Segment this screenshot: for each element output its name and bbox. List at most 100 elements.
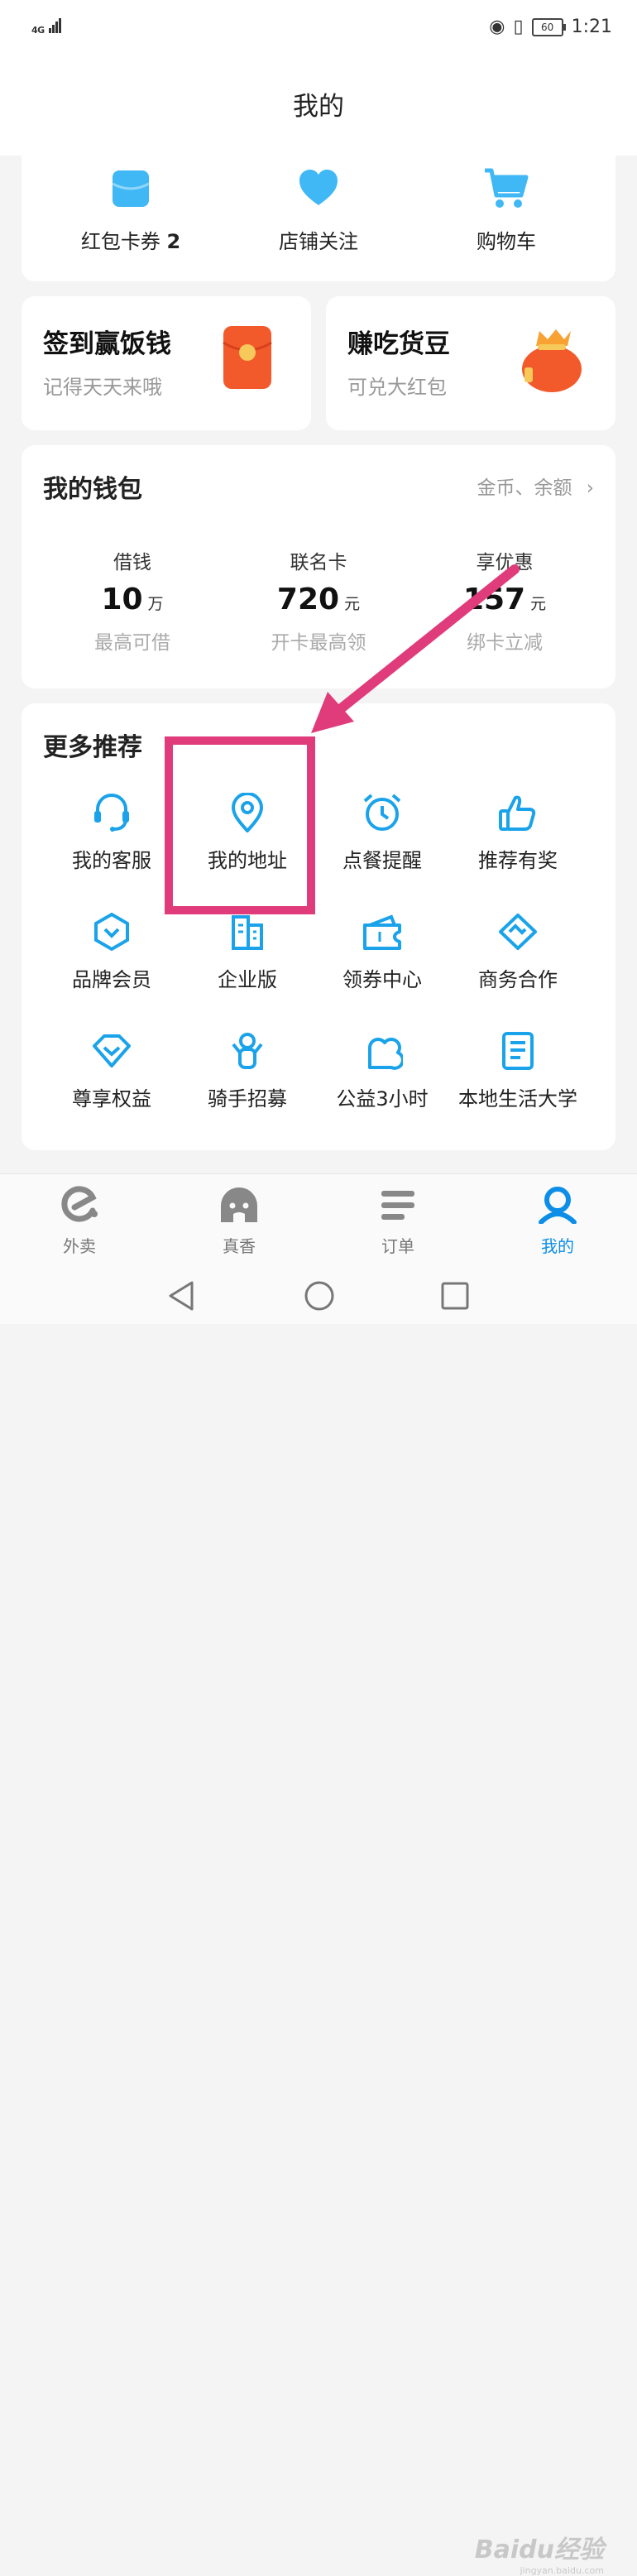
recents-icon[interactable]	[438, 1279, 472, 1312]
promo-title: 签到赢饭钱	[43, 329, 171, 359]
back-icon[interactable]	[165, 1279, 199, 1312]
tab-mine[interactable]: 我的	[508, 1186, 607, 1257]
eleme-icon	[61, 1186, 98, 1222]
lucky-bag-icon	[522, 329, 582, 392]
coupon-count: 2	[166, 230, 181, 253]
wallet-item-discount[interactable]: 享优惠 157 元 绑卡立减	[414, 546, 596, 655]
page-header: 我的	[0, 58, 637, 156]
wallet-coins-balance-link[interactable]: 金币、余额 ›	[477, 472, 594, 500]
wallet-item-desc: 开卡最高领	[271, 632, 366, 654]
grid-item-label: 本地生活大学	[458, 1087, 577, 1111]
signal-indicator: 4G	[31, 18, 62, 36]
promo-subtitle: 可兑大红包	[347, 376, 447, 399]
grid-item-label: 尊享权益	[72, 1087, 151, 1111]
heart-icon	[299, 170, 338, 205]
grid-item-label: 品牌会员	[72, 968, 151, 991]
thumbs-up-icon	[499, 795, 536, 831]
status-right: ◉ ▯ 60 1:21	[489, 17, 612, 37]
grid-item-brand-member[interactable]: 品牌会员	[41, 912, 182, 992]
grid-item-customer-service[interactable]: 我的客服	[41, 793, 182, 873]
shortcut-followed-shops[interactable]: 店铺关注	[236, 167, 401, 254]
battery-icon: 60	[531, 17, 566, 36]
network-type: 4G	[31, 25, 45, 36]
vibrate-icon: ▯	[513, 17, 524, 37]
wallet-item-unit: 元	[530, 595, 547, 613]
wallet-item-cobrand-card[interactable]: 联名卡 720 元 开卡最高领	[228, 546, 410, 655]
wallet-item-unit: 元	[344, 595, 361, 613]
wallet-item-desc: 最高可借	[94, 632, 170, 654]
wallet-item-label: 享优惠	[476, 552, 534, 573]
tab-takeout[interactable]: 外卖	[30, 1186, 129, 1257]
cart-icon	[485, 168, 529, 208]
tab-label: 订单	[381, 1236, 414, 1256]
wallet-icon	[112, 170, 150, 207]
ghost-icon	[221, 1187, 257, 1222]
grid-item-label: 推荐有奖	[478, 849, 558, 872]
baidu-watermark: Baidu经验 jingyan.baidu.com	[475, 2529, 604, 2576]
wallet-card: 我的钱包 金币、余额 › 借钱 10 万 最高可借 联名卡 720 元 开卡最高领 …	[22, 445, 615, 688]
cloud-heart-icon	[368, 1038, 403, 1070]
grid-item-charity-3-hours[interactable]: 公益3小时	[312, 1031, 453, 1111]
grid-item-coupon-center[interactable]: 领券中心	[312, 912, 453, 992]
rider-icon	[232, 1033, 263, 1069]
tab-label: 我的	[541, 1236, 574, 1256]
promo-subtitle: 记得天天来哦	[43, 376, 162, 399]
list-icon	[381, 1191, 414, 1220]
wallet-item-label: 联名卡	[290, 552, 347, 573]
red-envelope-icon	[223, 326, 272, 389]
document-icon	[502, 1032, 534, 1070]
shortcut-cart[interactable]: 购物车	[424, 167, 589, 254]
wallet-link-label: 金币、余额	[477, 477, 572, 499]
brand-shield-icon	[94, 912, 129, 952]
handshake-icon	[499, 914, 537, 950]
grid-item-label: 我的客服	[72, 849, 151, 872]
wallet-item-value: 10	[101, 583, 143, 616]
diamond-icon	[93, 1034, 131, 1067]
eye-icon: ◉	[489, 17, 505, 37]
more-recommendations-card: 更多推荐 我的客服 我的地址 点餐提醒 推荐有奖 品牌会员 企业版 领券中心 商…	[22, 703, 615, 1150]
tab-zhenxiang[interactable]: 真香	[189, 1186, 289, 1257]
grid-item-label: 公益3小时	[336, 1087, 429, 1111]
watermark-url: jingyan.baidu.com	[520, 2565, 604, 2576]
shortcut-label: 购物车	[477, 230, 536, 253]
top-shortcuts-card: 红包卡券 2 店铺关注 购物车	[22, 156, 615, 281]
grid-item-local-life-university[interactable]: 本地生活大学	[448, 1031, 588, 1111]
wallet-item-loan[interactable]: 借钱 10 万 最高可借	[41, 546, 223, 655]
more-title: 更多推荐	[43, 733, 142, 762]
wallet-item-unit: 万	[147, 595, 164, 613]
bottom-tab-bar: 外卖 真香 订单 我的	[0, 1173, 637, 1264]
grid-item-order-reminder[interactable]: 点餐提醒	[312, 793, 453, 873]
wallet-item-desc: 绑卡立减	[467, 632, 543, 654]
promo-checkin-card[interactable]: 签到赢饭钱 记得天天来哦	[22, 296, 311, 430]
signal-bars-icon	[49, 18, 62, 36]
promo-foodie-beans-card[interactable]: 赚吃货豆 可兑大红包	[326, 296, 615, 430]
grid-item-rider-recruit[interactable]: 骑手招募	[177, 1031, 318, 1111]
grid-item-business-cooperation[interactable]: 商务合作	[448, 912, 588, 992]
grid-item-referral-reward[interactable]: 推荐有奖	[448, 793, 588, 873]
wallet-item-value: 157	[462, 583, 526, 616]
building-icon	[232, 915, 263, 950]
headset-icon	[94, 794, 129, 832]
clock-time: 1:21	[571, 17, 612, 37]
status-bar: 4G ◉ ▯ 60 1:21	[0, 0, 637, 58]
user-icon	[539, 1187, 577, 1225]
chevron-right-icon: ›	[586, 477, 594, 499]
shortcut-label: 红包卡券	[80, 230, 160, 253]
alarm-clock-icon	[363, 794, 401, 831]
tab-label: 外卖	[63, 1236, 96, 1256]
shortcut-coupons[interactable]: 红包卡券 2	[48, 167, 213, 254]
system-nav-bar: Baidu经验 jingyan.baidu.com	[0, 1263, 637, 2576]
grid-item-label: 商务合作	[478, 968, 558, 991]
wallet-item-label: 借钱	[113, 552, 151, 573]
annotation-highlight-box	[165, 736, 315, 914]
grid-item-label: 点餐提醒	[342, 849, 422, 872]
coupon-icon	[363, 914, 401, 950]
shortcut-label: 店铺关注	[279, 230, 358, 253]
tab-label: 真香	[223, 1236, 256, 1256]
page-title: 我的	[293, 92, 344, 122]
grid-item-vip-benefits[interactable]: 尊享权益	[41, 1031, 182, 1111]
home-icon[interactable]	[303, 1279, 336, 1312]
tab-orders[interactable]: 订单	[348, 1186, 448, 1257]
grid-item-enterprise[interactable]: 企业版	[177, 912, 318, 992]
grid-item-label: 领券中心	[342, 968, 422, 991]
